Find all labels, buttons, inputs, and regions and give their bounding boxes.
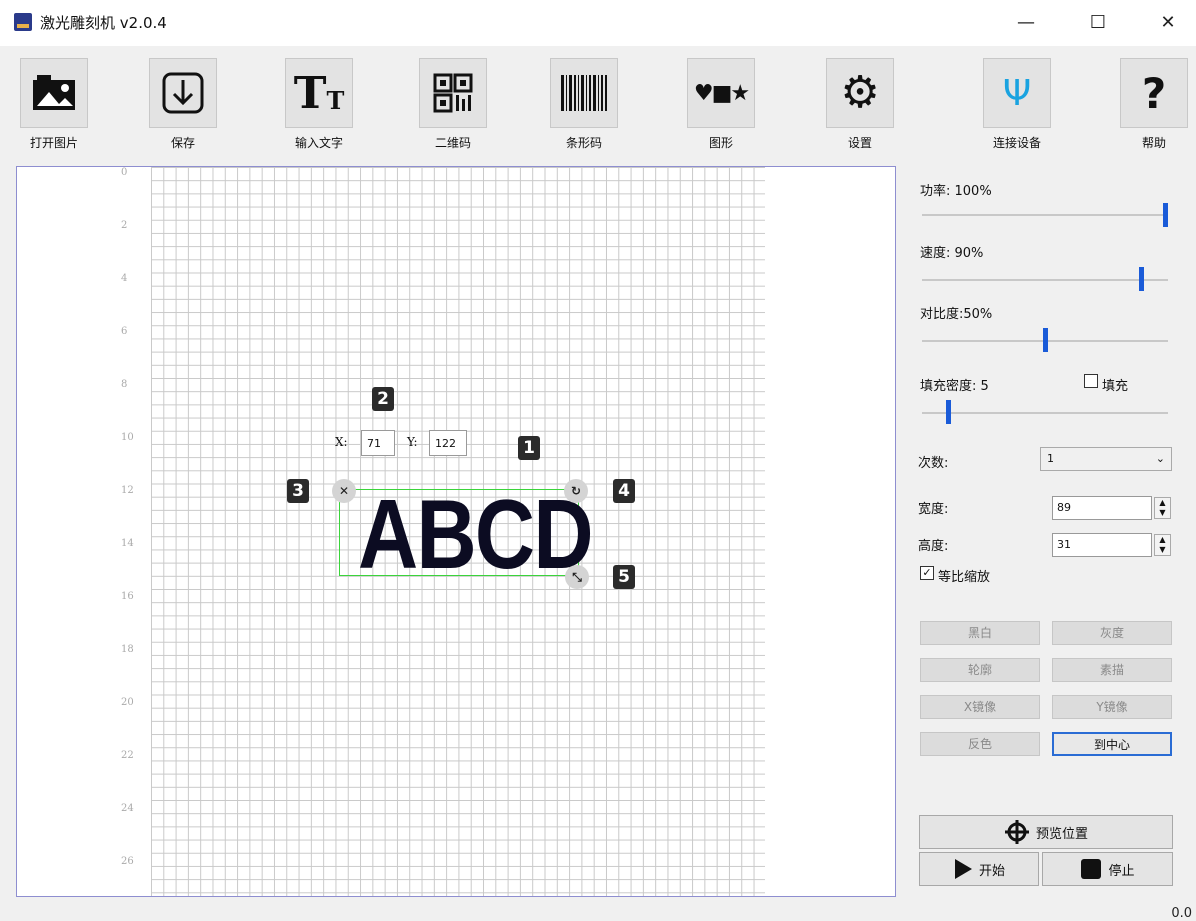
ruler-tick: 8 — [121, 379, 128, 390]
ruler-tick: 24 — [121, 803, 134, 814]
save-download-icon — [149, 58, 217, 128]
width-label: 宽度: — [918, 502, 949, 517]
close-button[interactable]: ✕ — [1148, 8, 1188, 38]
x-label: X: — [335, 435, 348, 449]
chevron-down-icon: ⌄ — [1155, 452, 1165, 465]
callout-marker-2: 2 — [372, 387, 394, 411]
y-mirror-button[interactable]: Y镜像 — [1052, 695, 1172, 719]
width-input[interactable]: 89 — [1052, 496, 1152, 520]
center-button[interactable]: 到中心 — [1052, 732, 1172, 756]
crosshair-icon — [1004, 820, 1029, 844]
ruler-tick: 6 — [121, 326, 128, 337]
window-title: 激光雕刻机 v2.0.4 — [40, 14, 167, 32]
status-readout: 0.0 — [1171, 906, 1192, 921]
grayscale-button[interactable]: 灰度 — [1052, 621, 1172, 645]
width-stepper[interactable]: ▲ ▼ — [1154, 497, 1171, 519]
ruler-tick: 4 — [121, 273, 128, 284]
power-slider[interactable] — [922, 214, 1168, 216]
text-object-selection[interactable]: ABCD — [339, 479, 594, 589]
ruler-tick: 16 — [121, 591, 134, 602]
speed-slider-thumb[interactable] — [1138, 267, 1144, 291]
shapes-button[interactable]: ♥■★ 图形 — [677, 58, 765, 151]
stop-icon — [1081, 859, 1102, 879]
outline-button[interactable]: 轮廓 — [920, 658, 1040, 682]
qrcode-button[interactable]: 二维码 — [409, 58, 497, 151]
shapes-icon: ♥■★ — [687, 58, 755, 128]
black-white-button[interactable]: 黑白 — [920, 621, 1040, 645]
height-stepper[interactable]: ▲ ▼ — [1154, 534, 1171, 556]
open-image-button[interactable]: 打开图片 — [10, 58, 98, 151]
proportional-label: 等比缩放 — [938, 570, 991, 585]
open-image-icon — [20, 58, 88, 128]
start-button[interactable]: 开始 — [919, 852, 1039, 886]
ruler-tick: 26 — [121, 856, 134, 867]
fill-density-label: 填充密度: 5 — [920, 379, 989, 394]
toolbar: 打开图片 保存 TT 输入文字 二维码 条形码 ♥■★ 图形 ⚙ 设置 Ψ 连接… — [0, 46, 1196, 164]
input-text-button[interactable]: TT 输入文字 — [275, 58, 363, 151]
usb-icon: Ψ — [983, 58, 1051, 128]
y-label: Y: — [407, 435, 418, 449]
y-position-input[interactable]: 122 — [429, 430, 467, 456]
stop-button[interactable]: 停止 — [1042, 852, 1173, 886]
callout-marker-1: 1 — [518, 436, 540, 460]
ruler-tick: 10 — [121, 432, 134, 443]
app-icon — [14, 13, 32, 31]
help-icon: ? — [1120, 58, 1188, 128]
title-bar: 激光雕刻机 v2.0.4 — ☐ ✕ — [0, 0, 1196, 46]
minimize-button[interactable]: — — [1006, 8, 1046, 38]
callout-marker-5: 5 — [613, 565, 635, 589]
text-icon: TT — [285, 58, 353, 128]
passes-select[interactable]: 1 ⌄ — [1040, 447, 1172, 471]
callout-marker-4: 4 — [613, 479, 635, 503]
contrast-label: 对比度:50% — [920, 307, 993, 322]
connect-device-button[interactable]: Ψ 连接设备 — [973, 58, 1061, 151]
contrast-slider-thumb[interactable] — [1042, 328, 1048, 352]
maximize-button[interactable]: ☐ — [1078, 8, 1118, 38]
resize-handle[interactable]: ⤡ — [565, 565, 589, 589]
ruler-tick: 0 — [121, 167, 128, 178]
settings-button[interactable]: ⚙ 设置 — [816, 58, 904, 151]
qrcode-icon — [419, 58, 487, 128]
ruler-tick: 14 — [121, 538, 134, 549]
delete-handle[interactable]: ✕ — [332, 479, 356, 503]
speed-slider[interactable] — [922, 279, 1168, 281]
fill-density-slider[interactable] — [922, 412, 1168, 414]
barcode-icon — [550, 58, 618, 128]
play-icon — [954, 859, 972, 879]
ruler-tick: 2 — [121, 220, 128, 231]
height-input[interactable]: 31 — [1052, 533, 1152, 557]
callout-marker-3: 3 — [287, 479, 309, 503]
fill-checkbox[interactable] — [1084, 374, 1098, 388]
help-button[interactable]: ? 帮助 — [1110, 58, 1196, 151]
ruler-tick: 12 — [121, 485, 134, 496]
proportional-checkbox[interactable]: ✓ — [920, 566, 934, 580]
x-position-input[interactable]: 71 — [361, 430, 395, 456]
fill-label: 填充 — [1102, 379, 1129, 394]
ruler-tick: 22 — [121, 750, 134, 761]
control-panel: 功率: 100% 速度: 90% 对比度:50% 填充密度: 5 填充 次数: … — [906, 166, 1196, 906]
barcode-button[interactable]: 条形码 — [540, 58, 628, 151]
ruler-tick: 20 — [121, 697, 134, 708]
x-mirror-button[interactable]: X镜像 — [920, 695, 1040, 719]
gear-icon: ⚙ — [826, 58, 894, 128]
rotate-handle[interactable]: ↻ — [564, 479, 588, 503]
speed-label: 速度: 90% — [920, 246, 984, 261]
power-slider-thumb[interactable] — [1163, 203, 1168, 227]
engrave-text-object[interactable]: ABCD — [358, 478, 594, 591]
save-button[interactable]: 保存 — [139, 58, 227, 151]
fill-density-slider-thumb[interactable] — [946, 400, 952, 424]
sketch-button[interactable]: 素描 — [1052, 658, 1172, 682]
invert-button[interactable]: 反色 — [920, 732, 1040, 756]
height-label: 高度: — [918, 539, 949, 554]
power-label: 功率: 100% — [920, 184, 992, 199]
engraving-canvas[interactable]: 0 2 4 6 8 10 12 14 16 18 20 22 24 26 X: … — [16, 166, 896, 897]
passes-label: 次数: — [918, 456, 949, 471]
preview-position-button[interactable]: 预览位置 — [919, 815, 1173, 849]
ruler-tick: 18 — [121, 644, 134, 655]
